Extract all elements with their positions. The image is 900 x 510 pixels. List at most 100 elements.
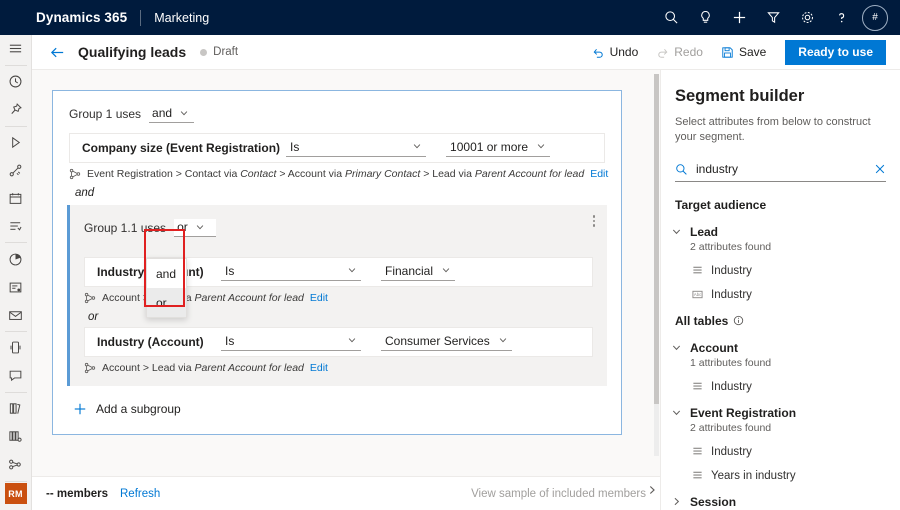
chevron-down-icon [441,264,451,278]
table-group-name: Session [690,495,736,509]
condition-value-select[interactable]: Financial [381,263,455,281]
target-audience-heading: Target audience [675,198,900,212]
play-icon[interactable] [0,129,32,157]
condition-row[interactable]: Industry (Account) Is Consumer Services [84,327,593,357]
table-group-account[interactable]: Account [671,341,900,355]
redo-button[interactable]: Redo [647,39,712,65]
expand-panel-chevron-icon[interactable] [646,484,658,496]
email-icon[interactable] [0,301,32,329]
chat-icon[interactable] [0,362,32,390]
condition-attribute: Company size (Event Registration) [82,141,280,155]
condition-value-select[interactable]: Consumer Services [381,333,512,351]
user-avatar[interactable]: # [862,5,888,31]
table-group-lead[interactable]: Lead [671,225,900,239]
operator-option-or[interactable]: or [147,288,186,317]
condition-operator-select[interactable]: Is [286,139,426,157]
library-settings-icon[interactable] [0,423,32,451]
subgroup-1-1-header: Group 1.1 uses or [70,205,607,243]
undo-button[interactable]: Undo [583,39,648,65]
plus-icon[interactable] [722,0,756,35]
pin-icon[interactable] [0,96,32,124]
group-1-header: Group 1 uses and [53,91,621,129]
mobile-icon[interactable] [0,334,32,362]
redo-label: Redo [674,45,703,59]
attribute-item[interactable]: Industry [692,446,900,458]
form-icon[interactable] [0,273,32,301]
network-icon[interactable] [0,451,32,479]
subgroup-operator-value: or [177,220,188,234]
add-subgroup-label: Add a subgroup [96,402,181,416]
canvas-scrollbar-thumb[interactable] [654,74,659,404]
lightbulb-icon[interactable] [688,0,722,35]
search-input-value[interactable]: industry [696,162,866,176]
rail-divider [5,242,27,243]
rail-user-avatar[interactable]: RM [5,483,27,503]
panel-subtitle: Select attributes from below to construc… [675,115,878,145]
operator-option-and[interactable]: and [147,259,186,288]
command-bar: Qualifying leads Draft Undo Redo [32,35,900,70]
condition-row[interactable]: Company size (Event Registration) Is 100… [69,133,605,163]
attribute-item[interactable]: Industry [692,265,900,277]
calendar-icon[interactable] [0,184,32,212]
info-icon[interactable] [733,315,744,326]
view-sample-link[interactable]: View sample of included members [471,488,646,500]
left-navigation-rail: RM [0,35,32,510]
canvas-scrollbar[interactable] [654,74,659,456]
library-icon[interactable] [0,395,32,423]
relationship-path-text: Account > Lead via Parent Account for le… [102,292,304,304]
status-badge: Draft [200,46,238,58]
group-1-operator-select[interactable]: and [149,105,194,123]
relationship-path: Account > Lead via Parent Account for le… [84,362,591,374]
condition-operator-select[interactable]: Is [221,263,361,281]
product-brand: Dynamics 365 [36,10,127,25]
attribute-item[interactable]: Industry [692,381,900,393]
table-group-event-registration[interactable]: Event Registration [671,406,900,420]
relationship-path-icon [84,292,96,304]
hamburger-menu-icon[interactable] [0,35,32,63]
save-button[interactable]: Save [712,39,775,65]
attribute-search-field[interactable]: industry [675,158,886,182]
attribute-label: Industry [711,289,752,301]
rail-divider [5,331,27,332]
search-icon[interactable] [654,0,688,35]
table-group-session[interactable]: Session [671,495,900,509]
add-subgroup-button[interactable]: Add a subgroup [53,386,621,434]
segment-builder-panel: Segment builder Select attributes from b… [660,70,900,510]
recent-clock-icon[interactable] [0,68,32,96]
condition-value-select[interactable]: 10001 or more [446,139,550,157]
condition-value: Financial [385,264,433,278]
status-label: Draft [213,46,238,58]
table-group-name: Event Registration [690,406,796,420]
condition-operator-select[interactable]: Is [221,333,361,351]
attribute-item[interactable]: Abc Industry [692,289,900,301]
journey-icon[interactable] [0,157,32,185]
analytics-pie-icon[interactable] [0,245,32,273]
segments-icon[interactable] [0,212,32,240]
query-builder-card: Group 1 uses and Company size (Event Reg… [52,90,622,435]
clear-search-icon[interactable] [874,163,886,175]
optionset-icon [692,381,703,392]
undo-icon [592,46,605,59]
ready-to-use-button[interactable]: Ready to use [785,40,886,65]
edit-path-link[interactable]: Edit [310,362,328,374]
search-icon [675,163,688,176]
attribute-item[interactable]: Years in industry [692,470,900,482]
gear-icon[interactable] [790,0,824,35]
save-disk-icon [721,46,734,59]
group-1-operator-value: and [152,106,172,120]
page-title: Qualifying leads [78,44,186,60]
back-arrow-icon[interactable] [46,41,68,63]
edit-path-link[interactable]: Edit [310,292,328,304]
operator-dropdown-menu[interactable]: and or [146,258,187,318]
edit-path-link[interactable]: Edit [590,168,608,180]
plus-icon [73,402,87,416]
relationship-path: Event Registration > Contact via Contact… [69,168,605,180]
subgroup-operator-select[interactable]: or [174,219,216,237]
optionset-icon [692,446,703,457]
help-icon[interactable] [824,0,858,35]
avatar-initial: # [872,12,878,23]
chevron-down-icon [347,264,357,278]
filter-icon[interactable] [756,0,790,35]
app-name: Marketing [154,11,209,25]
refresh-link[interactable]: Refresh [120,488,160,500]
